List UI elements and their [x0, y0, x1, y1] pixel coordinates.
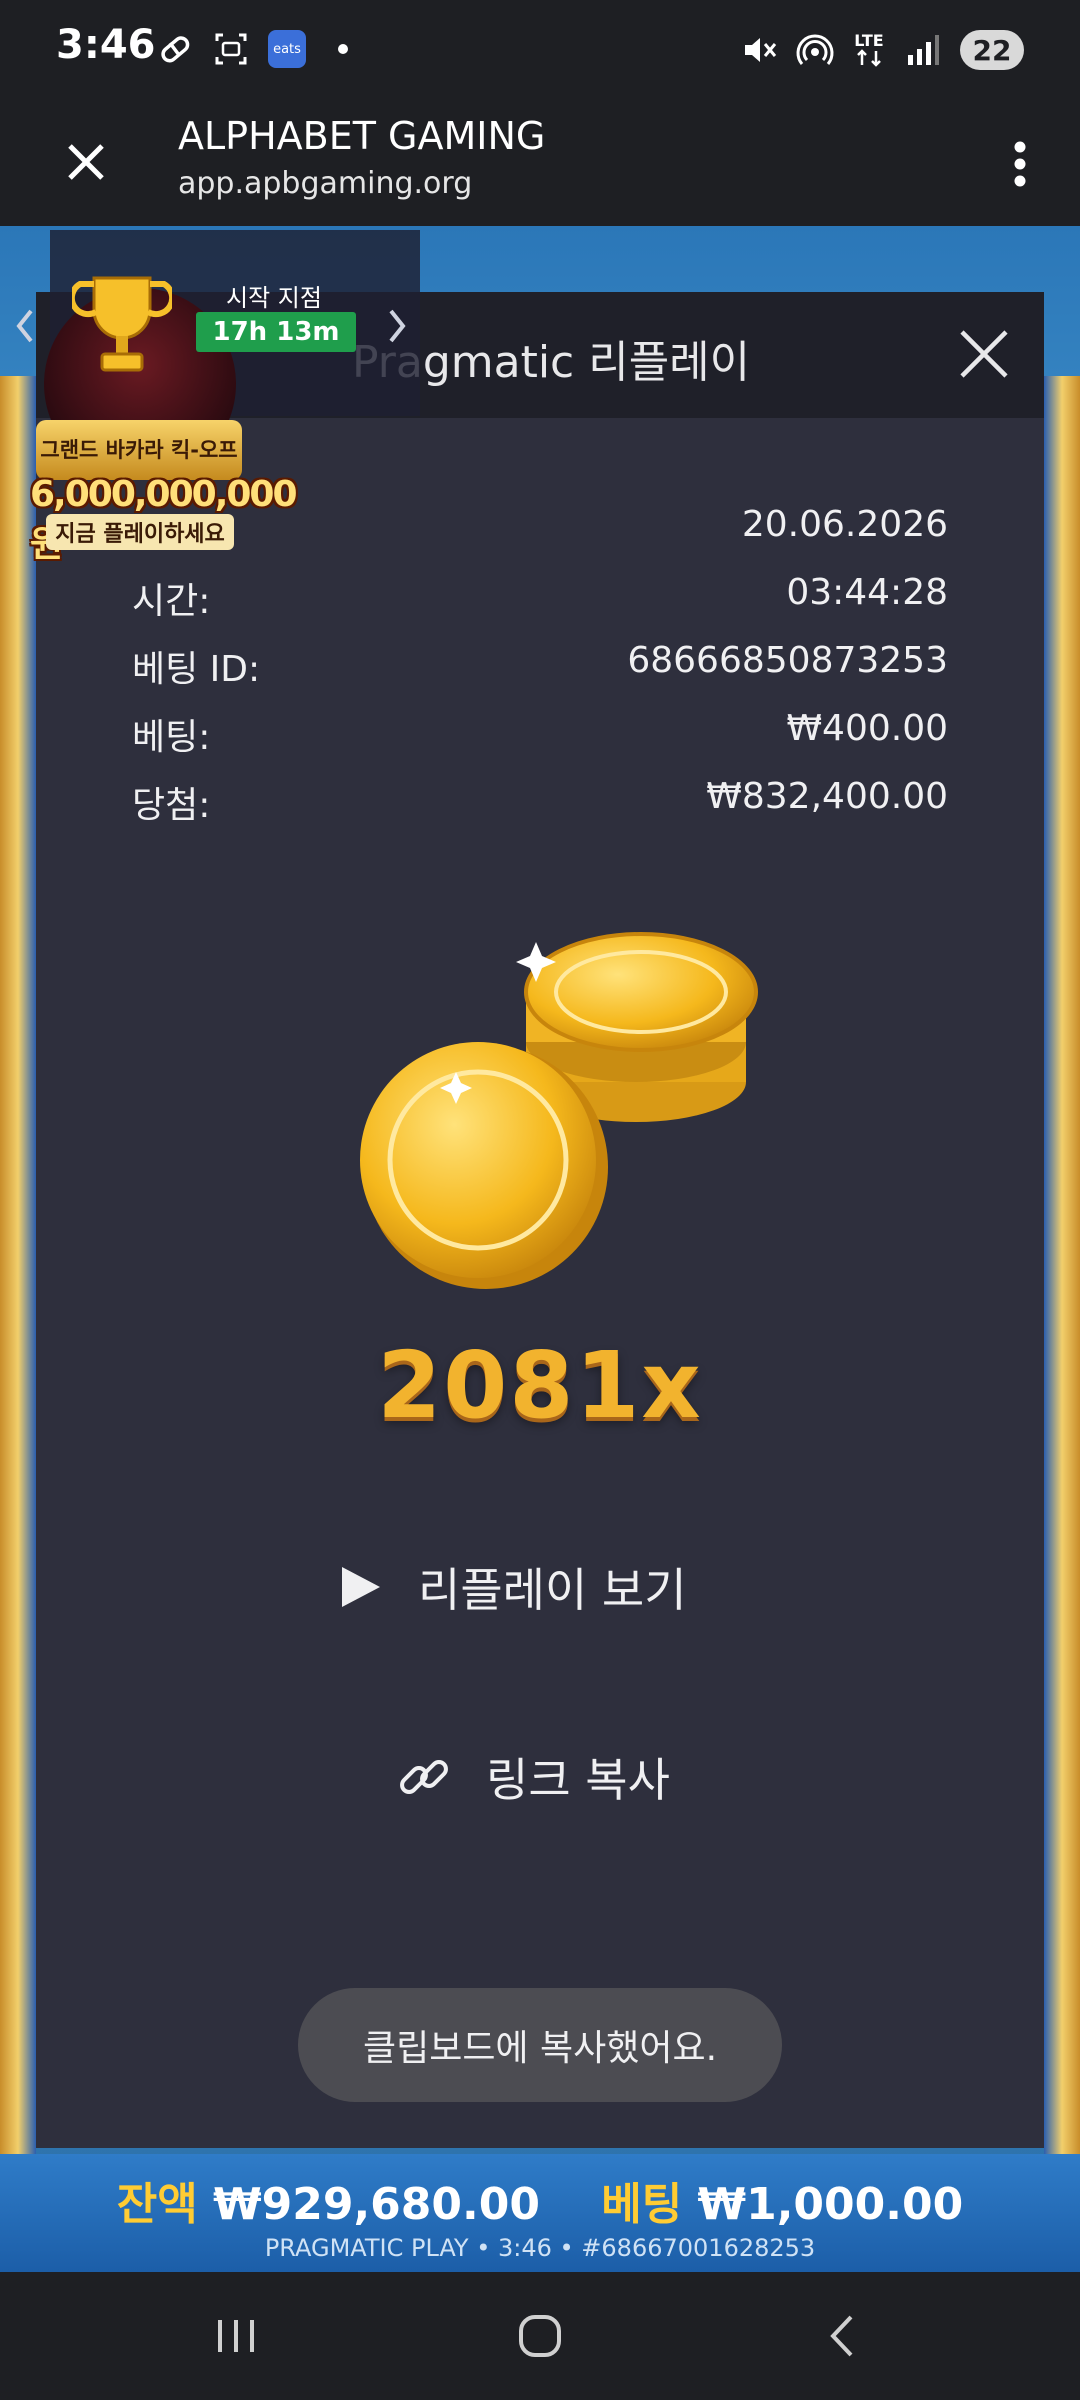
home-icon — [519, 2315, 561, 2357]
home-button[interactable] — [500, 2296, 580, 2376]
recents-icon — [218, 2320, 254, 2352]
detail-row-time: 시간: 03:44:28 — [132, 572, 948, 632]
detail-value: 20.06.2026 — [741, 504, 948, 545]
detail-label: 시간: — [132, 581, 211, 622]
signal-icon — [904, 31, 942, 69]
promo-prev-button[interactable] — [8, 296, 42, 356]
status-bar: 3:46 eats LTE 22 — [0, 0, 1080, 100]
detail-value: ₩400.00 — [786, 708, 948, 749]
detail-label: 당첨: — [132, 785, 211, 826]
detail-label: 베팅: — [132, 717, 211, 758]
pill-icon — [156, 30, 194, 68]
detail-label: 베팅 ID: — [132, 649, 261, 690]
balance-value: ₩929,680.00 — [213, 2179, 540, 2230]
link-icon — [400, 1760, 448, 1794]
eats-app-icon: eats — [268, 30, 306, 68]
overflow-menu-button[interactable] — [988, 128, 1052, 200]
detail-value: 03:44:28 — [786, 572, 948, 613]
chevron-right-icon — [389, 309, 406, 343]
screenshot-icon — [212, 30, 250, 68]
back-button[interactable] — [802, 2296, 882, 2376]
detail-value: 68666850873253 — [627, 640, 948, 681]
balance-label: 잔액 — [116, 2179, 198, 2230]
coins-icon — [360, 932, 758, 1289]
browser-toolbar: ALPHABET GAMING app.apbgaming.org — [0, 100, 1080, 226]
back-icon — [830, 2315, 853, 2357]
play-icon — [342, 1567, 380, 1607]
page-url[interactable]: app.apbgaming.org — [178, 166, 472, 201]
bet-label: 베팅 — [601, 2179, 683, 2230]
game-frame-right — [1044, 376, 1080, 2272]
hotspot-icon — [796, 31, 834, 69]
clipboard-toast: 클립보드에 복사했어요. — [298, 1988, 782, 2102]
promo-play-button[interactable]: 지금 플레이하세요 — [46, 514, 234, 550]
battery-indicator: 22 — [960, 30, 1024, 70]
win-multiplier: 2081x — [377, 1332, 703, 1439]
detail-row-bet: 베팅: ₩400.00 — [132, 708, 948, 768]
network-label: LTE — [854, 31, 884, 50]
status-time: 3:46 — [56, 22, 156, 68]
close-tab-button[interactable] — [54, 130, 118, 194]
system-icons: LTE 22 — [740, 24, 1024, 76]
game-frame-left — [0, 376, 36, 2272]
promo-widget[interactable]: 시작 지점 17h 13m 그랜드 바카라 킥-오프 6,000,000,000… — [0, 230, 420, 565]
promo-timer: 17h 13m — [196, 312, 356, 352]
recent-apps-button[interactable] — [196, 2296, 276, 2376]
copy-link-button[interactable]: 링크 복사 — [396, 1732, 736, 1822]
trophy-icon — [72, 276, 172, 372]
notification-icons: eats — [156, 26, 362, 72]
dot-icon — [324, 30, 362, 68]
bet-value: ₩1,000.00 — [697, 2179, 964, 2230]
promo-start-label: 시작 지점 — [226, 284, 322, 312]
more-vert-icon — [1014, 141, 1026, 187]
replay-dialog: Pragmatic 리플레이 날짜: 20.06.2026 시간: 03:44:… — [36, 292, 1044, 2148]
close-icon — [68, 144, 104, 180]
page-title: ALPHABET GAMING — [178, 114, 546, 158]
chevron-left-icon — [16, 309, 33, 343]
promo-banner: 그랜드 바카라 킥-오프 — [36, 420, 242, 480]
system-nav-bar — [0, 2272, 1080, 2400]
watch-replay-button[interactable]: 리플레이 보기 — [336, 1542, 766, 1632]
dialog-close-button[interactable] — [948, 318, 1020, 390]
close-icon — [960, 330, 1008, 378]
lte-icon: LTE — [852, 31, 886, 69]
detail-row-bet-id: 베팅 ID: 68666850873253 — [132, 640, 948, 700]
watch-replay-label: 리플레이 보기 — [418, 1563, 687, 1617]
copy-link-label: 링크 복사 — [486, 1753, 670, 1807]
game-footer-info: PRAGMATIC PLAY • 3:46 • #68667001628253 — [264, 2234, 816, 2262]
detail-value: ₩832,400.00 — [706, 776, 948, 817]
promo-next-button[interactable] — [380, 296, 414, 356]
detail-row-win: 당첨: ₩832,400.00 — [132, 776, 948, 836]
mute-icon — [740, 31, 778, 69]
balance-line: 잔액 ₩929,680.00 베팅 ₩1,000.00 — [0, 2168, 1080, 2232]
